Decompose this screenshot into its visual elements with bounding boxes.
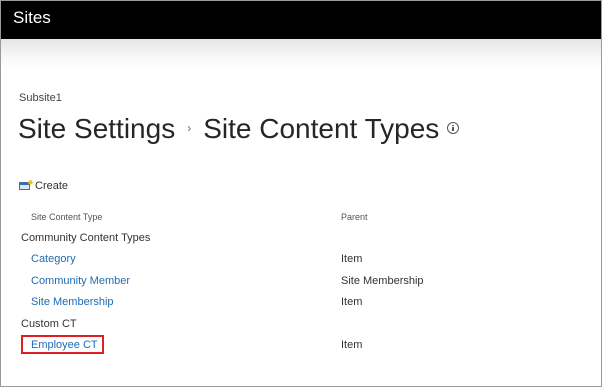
highlight-annotation-box	[21, 335, 104, 354]
content-type-link-category[interactable]: Category	[31, 253, 76, 265]
group-header: Custom CT	[21, 318, 77, 330]
content-type-link-site-membership[interactable]: Site Membership	[31, 296, 114, 308]
content-types-table: Site Content Type Parent Community Conte…	[1, 1, 601, 386]
page-frame: Sites Subsite1 Site Settings › Site Conten…	[0, 0, 602, 387]
content-type-link-community-member[interactable]: Community Member	[31, 275, 130, 287]
group-header: Community Content Types	[21, 232, 151, 244]
parent-cell: Item	[341, 253, 363, 265]
parent-cell: Item	[341, 339, 363, 351]
column-header-site-content-type: Site Content Type	[31, 212, 103, 222]
parent-cell: Site Membership	[341, 275, 424, 287]
parent-cell: Item	[341, 296, 363, 308]
column-header-parent: Parent	[341, 212, 368, 222]
